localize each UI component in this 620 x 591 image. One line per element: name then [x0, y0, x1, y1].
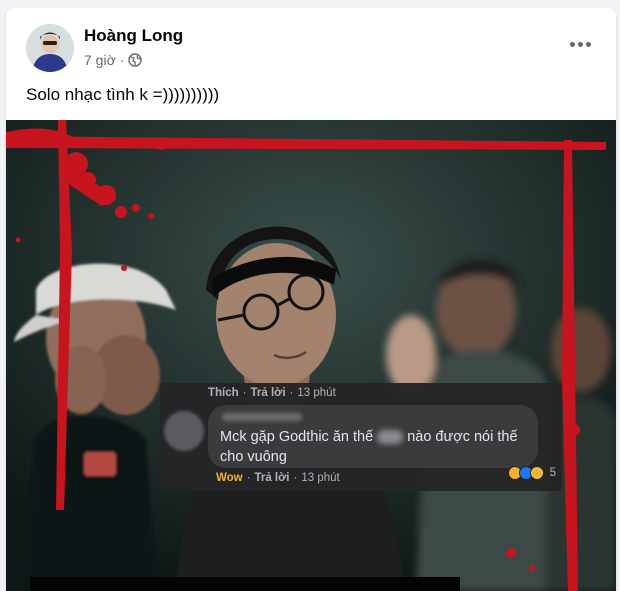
comment-bubble: Mck gặp Godthic ăn thế nào được nói thế … [208, 405, 538, 468]
post-time[interactable]: 7 giờ [84, 52, 116, 68]
post-photo[interactable]: Thích · Trả lời · 13 phút Mck gặp Godthi… [6, 120, 616, 591]
censored-word [377, 430, 404, 445]
comment-top-actions: Thích · Trả lời · 13 phút [208, 387, 336, 399]
reaction-count: 5 [549, 467, 556, 479]
author-avatar[interactable] [26, 24, 74, 72]
bottom-black-bar [30, 577, 460, 591]
comment-bottom-actions: Wow · Trả lời · 13 phút [216, 472, 340, 484]
post-card: Hoàng Long 7 giờ · Solo nhạc tình k =)))… [6, 8, 616, 591]
post-text: Solo nhạc tình k =)))))))))) [26, 85, 220, 104]
comment-time[interactable]: 13 phút [301, 472, 339, 484]
reply-action[interactable]: Trả lời [251, 387, 286, 399]
comment-text-part-1: Mck gặp Godthic ăn thế [220, 429, 378, 445]
comment-reactions[interactable]: 5 [507, 466, 556, 480]
like-action[interactable]: Thích [208, 387, 239, 399]
action-separator: · [242, 387, 247, 399]
wow-action[interactable]: Wow [216, 472, 243, 484]
meta-separator: · [119, 52, 125, 68]
commenter-avatar[interactable] [164, 411, 204, 451]
action-separator: · [293, 472, 298, 484]
reply-action[interactable]: Trả lời [254, 472, 289, 484]
comment-text: Mck gặp Godthic ăn thế nào được nói thế … [220, 427, 532, 467]
post-meta: 7 giờ · [84, 52, 143, 68]
more-options-icon[interactable] [562, 30, 598, 58]
action-separator: · [289, 387, 294, 399]
action-separator: · [246, 472, 251, 484]
author-name[interactable]: Hoàng Long [84, 26, 183, 46]
commenter-name-censored [222, 413, 302, 421]
globe-icon[interactable] [128, 53, 143, 67]
comment-screenshot: Thích · Trả lời · 13 phút Mck gặp Godthi… [160, 383, 562, 491]
wow-icon [529, 466, 544, 480]
comment-time[interactable]: 13 phút [297, 387, 335, 399]
